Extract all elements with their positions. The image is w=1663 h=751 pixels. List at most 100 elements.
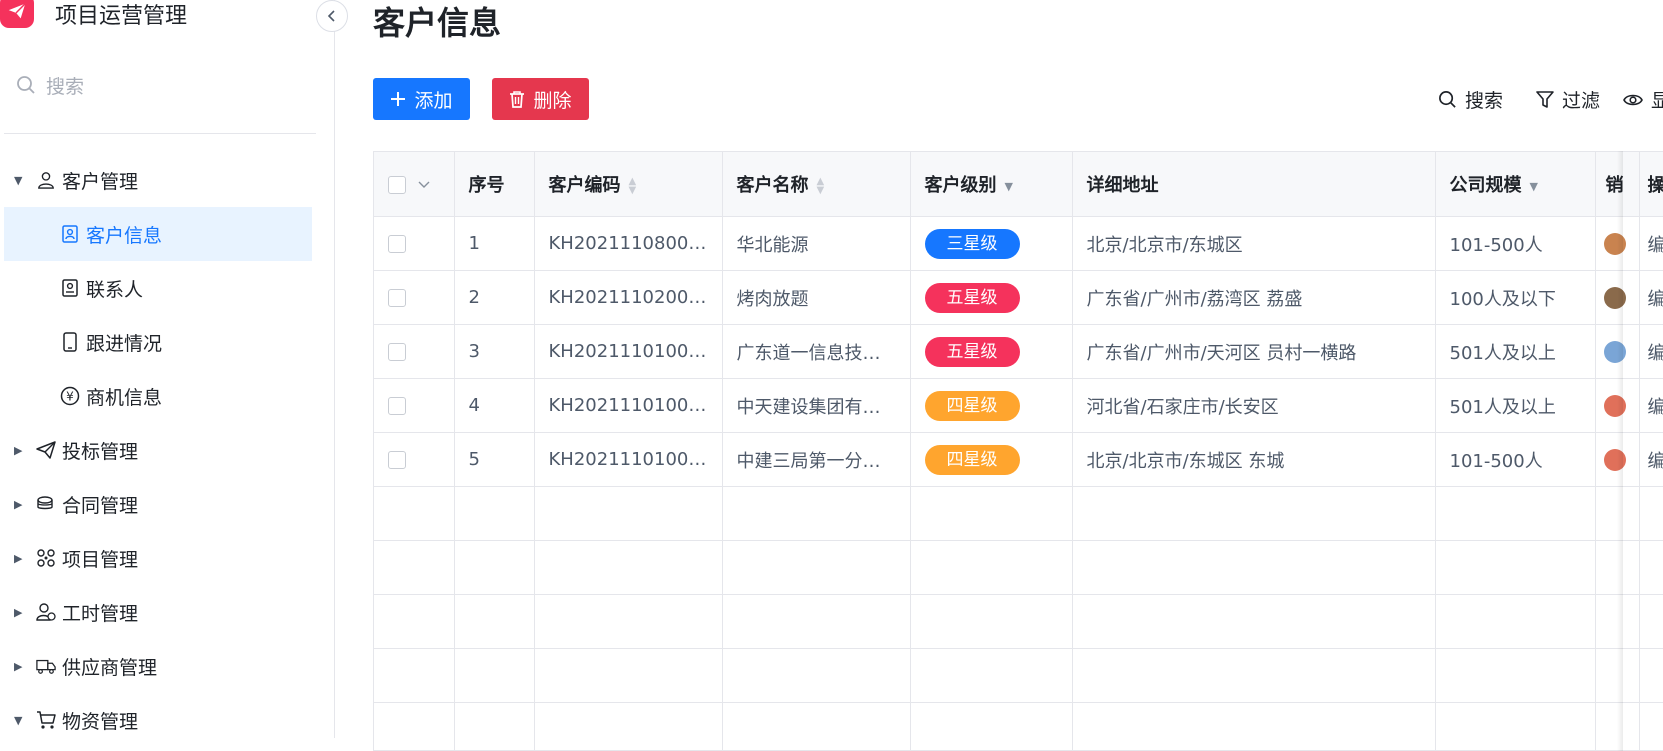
sort-icon[interactable]: ▲▼ [817, 177, 825, 195]
eye-icon [1623, 92, 1643, 108]
cell-name: 中建三局第一分公司 [722, 433, 910, 487]
row-select-cell[interactable] [374, 325, 454, 379]
menu-projects[interactable]: ▶ 项目管理 [0, 531, 334, 585]
column-code[interactable]: 客户编码▲▼ [534, 152, 722, 217]
divider [4, 133, 316, 134]
cell-code: KH2021110100002 [534, 379, 722, 433]
column-name[interactable]: 客户名称 ▲▼ [722, 152, 910, 217]
menu-follow-up[interactable]: 跟进情况 [0, 315, 334, 369]
edit-link[interactable]: 编 [1648, 451, 1663, 472]
table-row[interactable]: 3KH2021110100003广东道一信息技术...五星级广东省/广州市/天河… [374, 325, 1663, 379]
empty-row [374, 649, 1663, 703]
phone-icon [60, 332, 80, 352]
dropdown-filter-icon[interactable]: ▼ [1005, 180, 1013, 193]
cell-op[interactable]: 编 [1639, 379, 1663, 433]
cell-code: KH2021110200004 [534, 271, 722, 325]
cell-index: 3 [454, 325, 534, 379]
cell-op[interactable]: 编 [1639, 433, 1663, 487]
empty-row [374, 703, 1663, 751]
filter-tool[interactable]: 过滤 [1536, 86, 1600, 113]
menu-customer-management[interactable]: ▼ 客户管理 [0, 153, 334, 207]
cell-code: KH2021110100001 [534, 433, 722, 487]
dropdown-filter-icon[interactable]: ▼ [1530, 180, 1538, 193]
menu-label: 客户管理 [62, 167, 138, 194]
collapse-sidebar-button[interactable] [316, 0, 348, 32]
table-header-row: 序号 客户编码▲▼ 客户名称▲▼ 客户级别▼ 详细地址 公司规模▼ 销 操 [374, 152, 1663, 217]
sidebar: 项目运营管理 搜索 ▼ 客户管理 客户信息 [0, 0, 335, 738]
cell-scale: 101-500人 [1435, 433, 1595, 487]
level-badge: 五星级 [925, 337, 1020, 367]
empty-row [374, 595, 1663, 649]
caret-down-icon: ▼ [14, 714, 26, 727]
menu-label: 项目管理 [62, 545, 138, 572]
customer-table: 序号 客户编码▲▼ 客户名称▲▼ 客户级别▼ 详细地址 公司规模▼ 销 操 1K… [373, 151, 1663, 751]
column-name-label: 客户名称 [737, 175, 809, 196]
menu-label: 工时管理 [62, 599, 138, 626]
table-row[interactable]: 4KH2021110100002中天建设集团有限...四星级河北省/石家庄市/长… [374, 379, 1663, 433]
menu-suppliers[interactable]: ▶ 供应商管理 [0, 639, 334, 693]
cell-op[interactable]: 编 [1639, 325, 1663, 379]
yen-icon: ¥ [60, 386, 80, 406]
cell-index: 5 [454, 433, 534, 487]
row-checkbox[interactable] [388, 289, 406, 307]
delete-button[interactable]: 删除 [492, 78, 589, 120]
row-select-cell[interactable] [374, 217, 454, 271]
caret-right-icon: ▶ [14, 660, 26, 673]
table-row[interactable]: 2KH2021110200004烤肉放题五星级广东省/广州市/荔湾区 荔盛100… [374, 271, 1663, 325]
menu-label: 供应商管理 [62, 653, 157, 680]
cell-op[interactable]: 编 [1639, 217, 1663, 271]
send-icon [36, 440, 56, 460]
cell-level: 三星级 [910, 217, 1072, 271]
edit-link[interactable]: 编 [1648, 235, 1663, 256]
cell-index: 1 [454, 217, 534, 271]
edit-link[interactable]: 编 [1648, 397, 1663, 418]
edit-link[interactable]: 编 [1648, 343, 1663, 364]
edit-link[interactable]: 编 [1648, 289, 1663, 310]
caret-right-icon: ▶ [14, 444, 26, 457]
caret-down-icon: ▼ [14, 174, 26, 187]
table-row[interactable]: 1KH2021110800005华北能源三星级北京/北京市/东城区101-500… [374, 217, 1663, 271]
sidebar-search[interactable]: 搜索 [16, 70, 306, 100]
app-title: 项目运营管理 [55, 0, 187, 30]
worker-icon [36, 602, 56, 622]
search-tool[interactable]: 搜索 [1438, 86, 1503, 113]
chevron-down-icon[interactable] [418, 181, 430, 189]
row-select-cell[interactable] [374, 379, 454, 433]
row-select-cell[interactable] [374, 271, 454, 325]
display-tool[interactable]: 显 [1623, 86, 1663, 113]
cell-name: 华北能源 [722, 217, 910, 271]
column-scale[interactable]: 公司规模▼ [1435, 152, 1595, 217]
menu-label: 客户信息 [86, 221, 162, 248]
select-all-checkbox[interactable] [388, 176, 406, 194]
add-button[interactable]: 添加 [373, 78, 470, 120]
row-checkbox[interactable] [388, 451, 406, 469]
cell-level: 五星级 [910, 271, 1072, 325]
row-checkbox[interactable] [388, 235, 406, 253]
empty-row [374, 487, 1663, 541]
select-all-cell[interactable] [374, 152, 454, 217]
menu-label: 物资管理 [62, 707, 138, 734]
menu-bidding[interactable]: ▶ 投标管理 [0, 423, 334, 477]
menu-worktime[interactable]: ▶ 工时管理 [0, 585, 334, 639]
level-badge: 三星级 [925, 229, 1020, 259]
menu-contracts[interactable]: ▶ 合同管理 [0, 477, 334, 531]
row-checkbox[interactable] [388, 343, 406, 361]
trash-icon [509, 90, 525, 108]
table-row[interactable]: 5KH2021110100001中建三局第一分公司四星级北京/北京市/东城区 东… [374, 433, 1663, 487]
cell-code: KH2021110800005 [534, 217, 722, 271]
row-checkbox[interactable] [388, 397, 406, 415]
menu-label: 投标管理 [62, 437, 138, 464]
menu-contacts[interactable]: 联系人 [0, 261, 334, 315]
sort-icon[interactable]: ▲▼ [629, 177, 637, 195]
column-level[interactable]: 客户级别 ▼ [910, 152, 1072, 217]
cell-op[interactable]: 编 [1639, 271, 1663, 325]
menu-materials[interactable]: ▼ 物资管理 [0, 693, 334, 747]
column-address: 详细地址 [1072, 152, 1435, 217]
row-select-cell[interactable] [374, 433, 454, 487]
column-index: 序号 [454, 152, 534, 217]
menu-customer-info[interactable]: 客户信息 [4, 207, 312, 261]
filter-icon [1536, 90, 1554, 109]
menu-opportunities[interactable]: ¥ 商机信息 [0, 369, 334, 423]
cell-address: 河北省/石家庄市/长安区 [1072, 379, 1435, 433]
column-level-label: 客户级别 [925, 175, 997, 196]
